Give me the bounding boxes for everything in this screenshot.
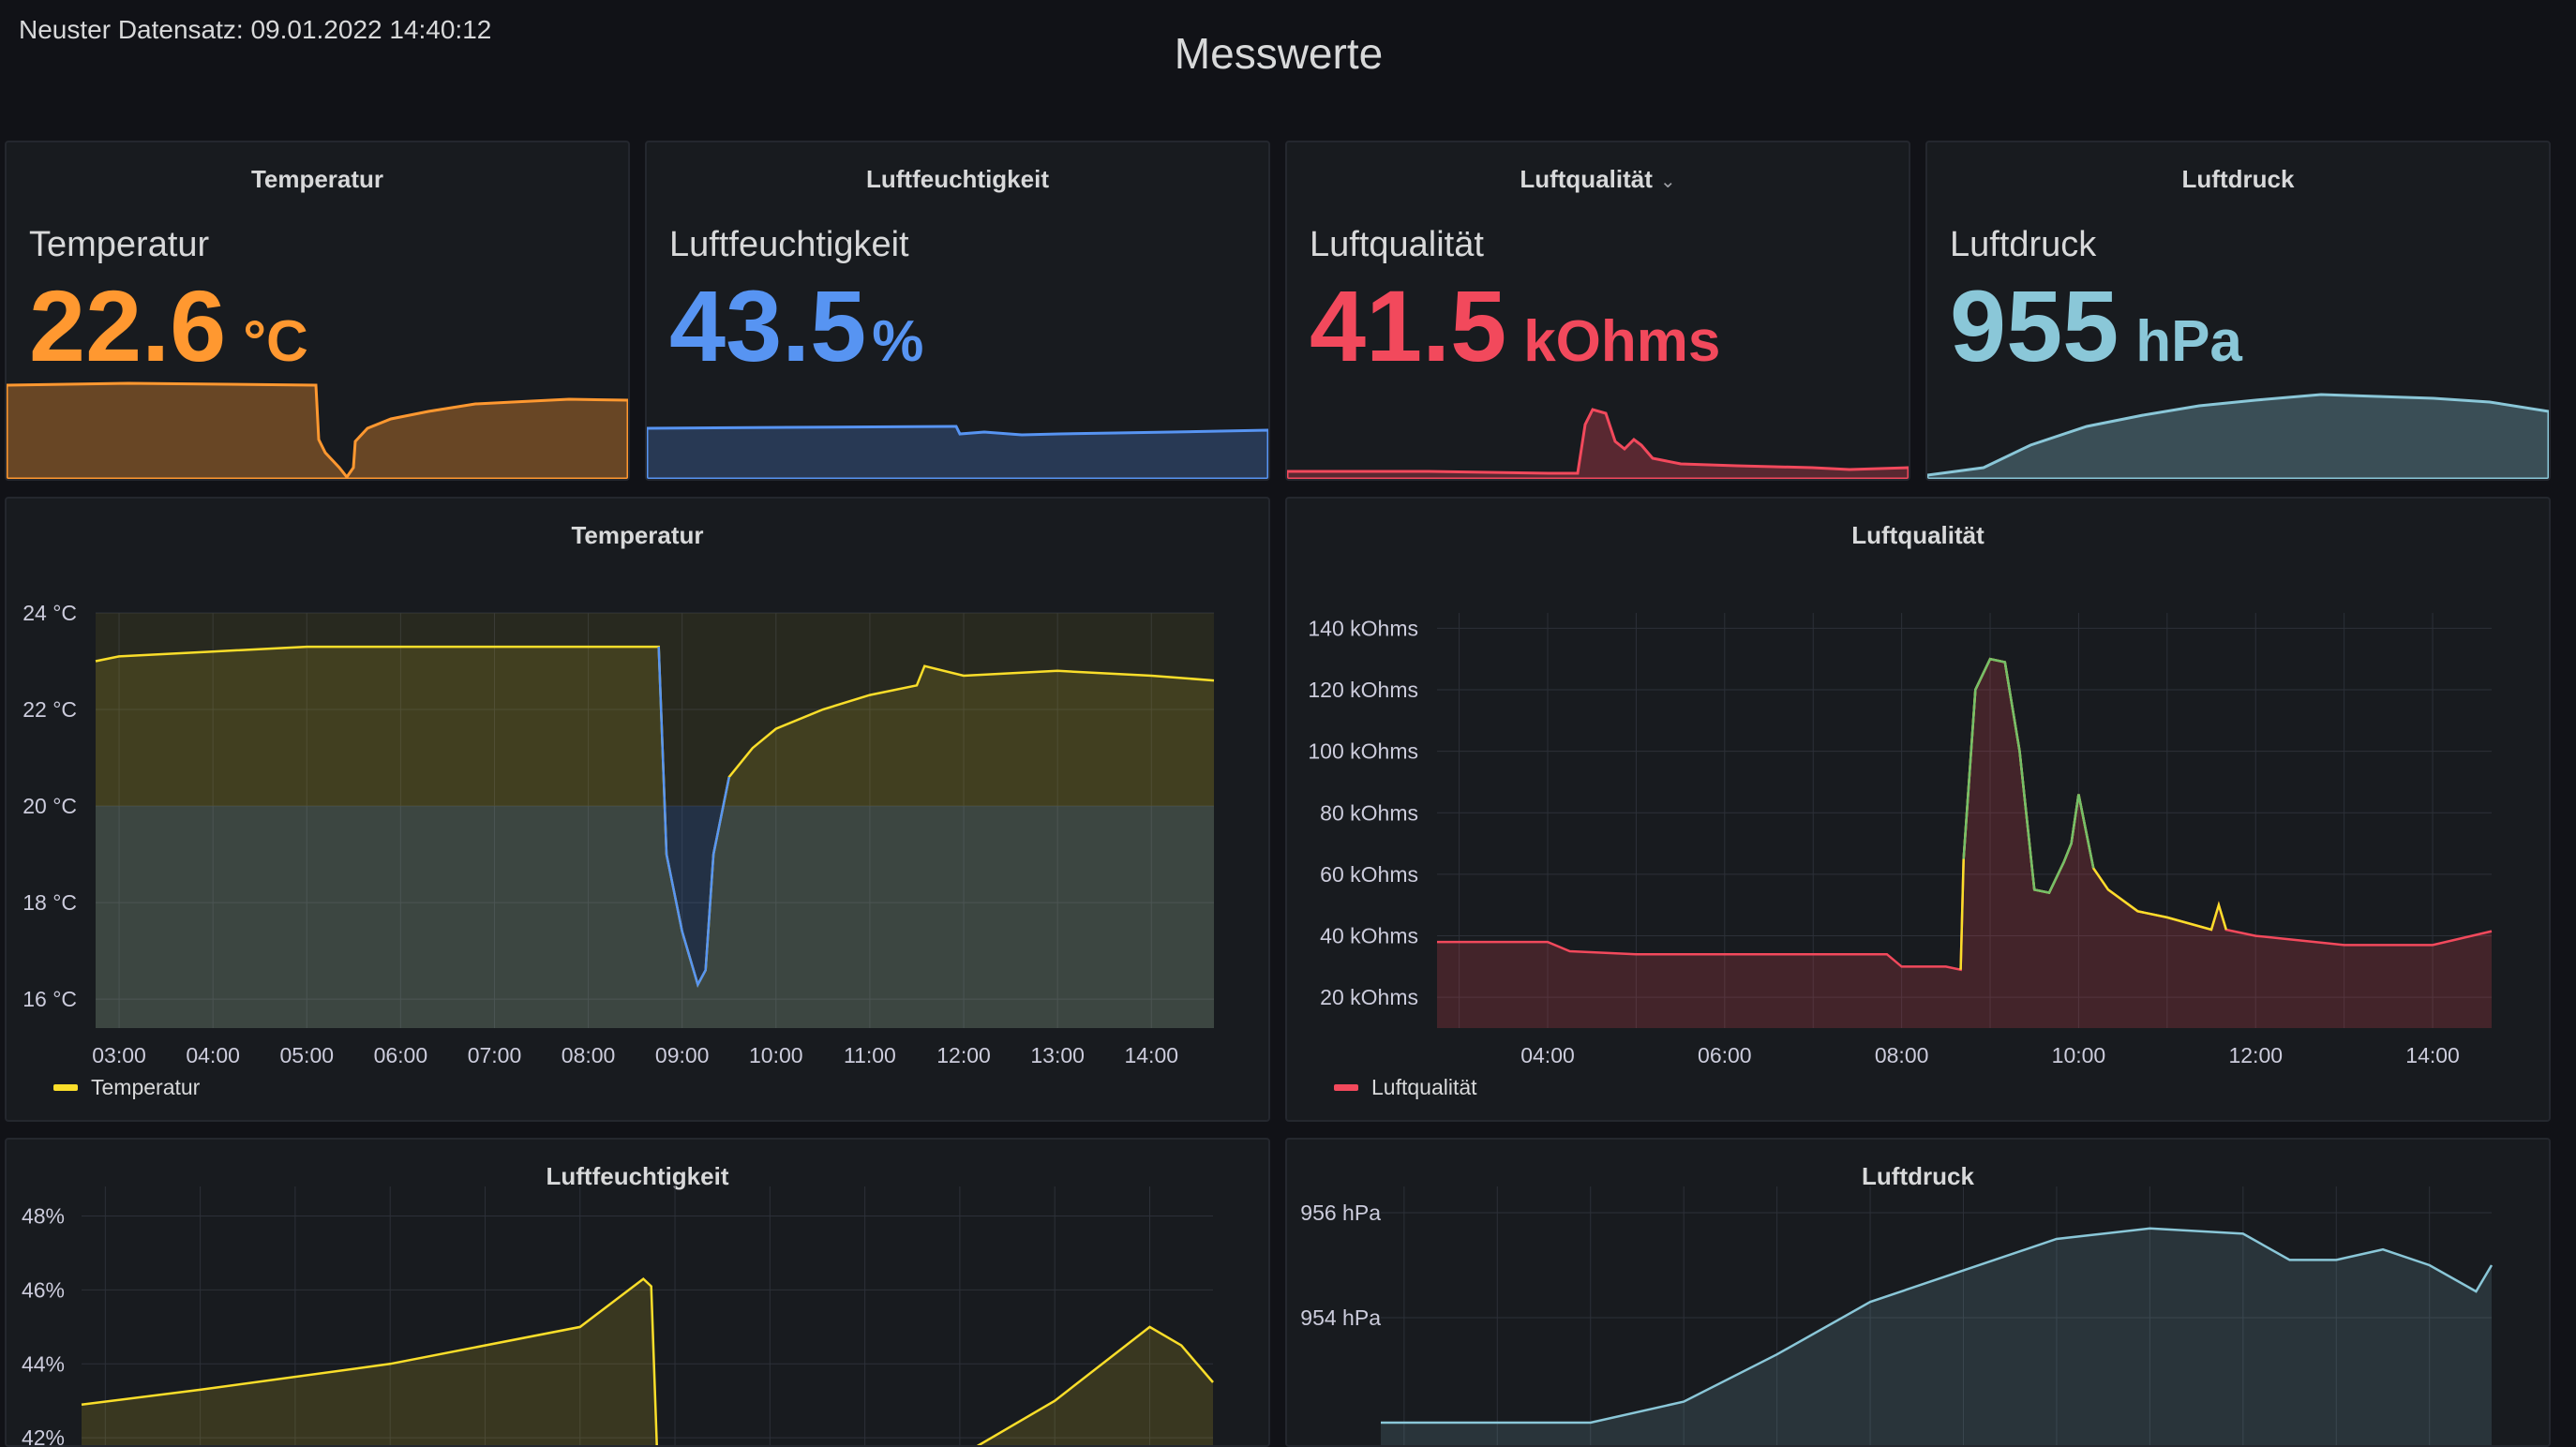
graph-panel-humidity[interactable]: Luftfeuchtigkeit 42% 44% 46% 48% (5, 1138, 1270, 1447)
x-tick-label: 03:00 (92, 1043, 146, 1067)
legend-item-luftqualitaet[interactable]: Luftqualität (1334, 1075, 1477, 1100)
graph-panel-pressure[interactable]: Luftdruck 954 hPa 956 hPa (1285, 1138, 2551, 1447)
x-tick-label: 08:00 (562, 1043, 616, 1067)
stat-label: Temperatur (29, 225, 210, 264)
legend-label: Luftqualität (1371, 1075, 1477, 1099)
x-tick-label: 10:00 (749, 1043, 803, 1067)
air-quality-chart[interactable]: 20 kOhms 40 kOhms 60 kOhms 80 kOhms 100 kOhm… (1287, 499, 2551, 1122)
sparkline (7, 381, 628, 479)
x-tick-label: 04:00 (186, 1043, 240, 1067)
y-tick-label: 24 °C (22, 601, 77, 625)
x-tick-label: 06:00 (374, 1043, 428, 1067)
x-tick-label: 14:00 (1124, 1043, 1178, 1067)
y-tick-label: 22 °C (22, 697, 77, 722)
y-tick-label: 48% (22, 1204, 65, 1229)
stat-label: Luftqualität (1310, 225, 1484, 264)
x-tick-label: 11:00 (844, 1043, 896, 1067)
y-tick-label: 100 kOhms (1308, 739, 1418, 764)
x-tick-label: 07:00 (468, 1043, 522, 1067)
series-area (96, 647, 1214, 1028)
legend-label: Temperatur (91, 1075, 201, 1099)
y-tick-label: 954 hPa (1300, 1305, 1381, 1330)
humidity-chart[interactable]: 42% 44% 46% 48% (7, 1140, 1270, 1447)
chevron-down-icon[interactable]: ⌄ (1660, 172, 1676, 192)
x-tick-label: 05:00 (279, 1043, 334, 1067)
x-tick-label: 12:00 (936, 1043, 991, 1067)
x-tick-label: 04:00 (1520, 1043, 1575, 1067)
y-tick-label: 40 kOhms (1320, 924, 1418, 948)
panel-title[interactable]: Temperatur (7, 165, 628, 194)
stat-panel-pressure[interactable]: Luftdruck Luftdruck 955 hPa (1925, 141, 2551, 481)
temperature-chart[interactable]: 16 °C 18 °C 20 °C 22 °C 24 °C 03:00 04:00 05:00… (7, 499, 1270, 1122)
y-tick-label: 20 °C (22, 794, 77, 818)
y-tick-label: 60 kOhms (1320, 862, 1418, 887)
y-tick-label: 42% (22, 1425, 65, 1447)
stat-label: Luftdruck (1950, 225, 2097, 264)
x-tick-label: 06:00 (1698, 1043, 1752, 1067)
x-tick-label: 08:00 (1875, 1043, 1929, 1067)
stat-panel-air-quality[interactable]: Luftqualität ⌄ Luftqualität 41.5 kOhms (1285, 141, 1910, 481)
panel-title[interactable]: Luftqualität ⌄ (1287, 165, 1909, 194)
series-area (1381, 1228, 2492, 1445)
sparkline (1287, 408, 1909, 479)
pressure-chart[interactable]: 954 hPa 956 hPa (1287, 1140, 2551, 1447)
y-tick-label: 80 kOhms (1320, 800, 1418, 825)
y-tick-label: 18 °C (22, 890, 77, 915)
stat-label: Luftfeuchtigkeit (669, 225, 909, 264)
dashboard-title: Messwerte (1174, 29, 1384, 78)
y-tick-label: 46% (22, 1277, 65, 1302)
panel-title[interactable]: Luftfeuchtigkeit (647, 165, 1268, 194)
x-tick-label: 14:00 (2405, 1043, 2460, 1067)
sparkline (647, 425, 1268, 479)
stat-panel-humidity[interactable]: Luftfeuchtigkeit Luftfeuchtigkeit 43.5% (645, 141, 1270, 481)
y-tick-label: 120 kOhms (1308, 678, 1418, 702)
x-tick-label: 13:00 (1030, 1043, 1085, 1067)
panel-title[interactable]: Luftdruck (1927, 165, 2549, 194)
x-tick-label: 09:00 (655, 1043, 710, 1067)
graph-panel-air-quality[interactable]: Luftqualität 20 kOhms 40 kOhms 60 kOhms 80 … (1285, 497, 2551, 1122)
y-tick-label: 956 hPa (1300, 1201, 1381, 1225)
x-tick-label: 12:00 (2228, 1043, 2283, 1067)
graph-panel-temperature[interactable]: Temperatur 16 °C 18 °C 20 °C 22 °C 24 °C 03:0… (5, 497, 1270, 1122)
y-tick-label: 20 kOhms (1320, 985, 1418, 1009)
y-tick-label: 44% (22, 1351, 65, 1376)
stat-panel-temperature[interactable]: Temperatur Temperatur 22.6 °C (5, 141, 630, 481)
x-tick-label: 10:00 (2052, 1043, 2106, 1067)
series-area (82, 1278, 1213, 1445)
sparkline (1927, 393, 2549, 479)
legend-item-temperatur[interactable]: Temperatur (53, 1075, 200, 1100)
legend-swatch (53, 1084, 78, 1091)
y-tick-label: 16 °C (22, 987, 77, 1011)
legend-swatch (1334, 1084, 1358, 1091)
y-tick-label: 140 kOhms (1308, 616, 1418, 640)
